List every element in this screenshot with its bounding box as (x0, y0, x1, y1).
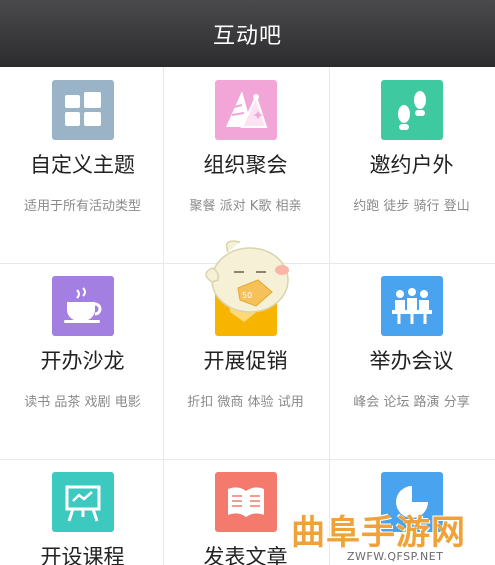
category-desc: 读书 品茶 戏剧 电影 (24, 395, 141, 410)
category-desc: 适用于所有活动类型 (23, 199, 141, 214)
coffee-cup-icon (51, 276, 114, 336)
party-hats-icon (214, 80, 277, 140)
category-outdoor[interactable]: 邀约户外 约跑 徒步 骑行 登山 (329, 67, 494, 263)
category-desc: 约跑 徒步 骑行 登山 (353, 199, 470, 214)
app-header: 互动吧 (0, 0, 495, 67)
category-name: 举办会议 (369, 349, 454, 373)
easel-icon (51, 472, 114, 532)
grid-icon (51, 80, 114, 140)
category-name: 邀约户外 (369, 153, 454, 177)
mascot-image: 50 (198, 236, 298, 326)
page-title: 互动吧 (212, 23, 282, 49)
category-custom-theme[interactable]: 自定义主题 适用于所有活动类型 (0, 67, 165, 263)
category-salon[interactable]: 开办沙龙 读书 品茶 戏剧 电影 (0, 263, 165, 459)
category-name: 自定义主题 (30, 153, 135, 177)
category-name: 开办沙龙 (40, 349, 125, 373)
svg-text:50: 50 (242, 291, 252, 300)
category-name: 组织聚会 (203, 153, 288, 177)
category-gathering[interactable]: 组织聚会 聚餐 派对 K歌 相亲 (163, 67, 328, 263)
meeting-icon (380, 276, 443, 336)
watermark-url: ZWFW.QFSP.NET (347, 550, 444, 563)
category-name: 开设课程 (40, 545, 125, 565)
category-desc: 峰会 论坛 路演 分享 (353, 395, 470, 410)
watermark-logo-text: 曲阜手游网 (291, 513, 466, 553)
category-name: 开展促销 (203, 349, 288, 373)
book-icon (214, 472, 277, 532)
footprints-icon (380, 80, 443, 140)
site-watermark: 曲阜手游网 ZWFW.QFSP.NET (283, 505, 493, 565)
category-desc: 折扣 微商 体验 试用 (187, 395, 304, 410)
category-course[interactable]: 开设课程 (0, 459, 165, 565)
category-desc: 聚餐 派对 K歌 相亲 (189, 199, 302, 214)
category-meeting[interactable]: 举办会议 峰会 论坛 路演 分享 (329, 263, 494, 459)
